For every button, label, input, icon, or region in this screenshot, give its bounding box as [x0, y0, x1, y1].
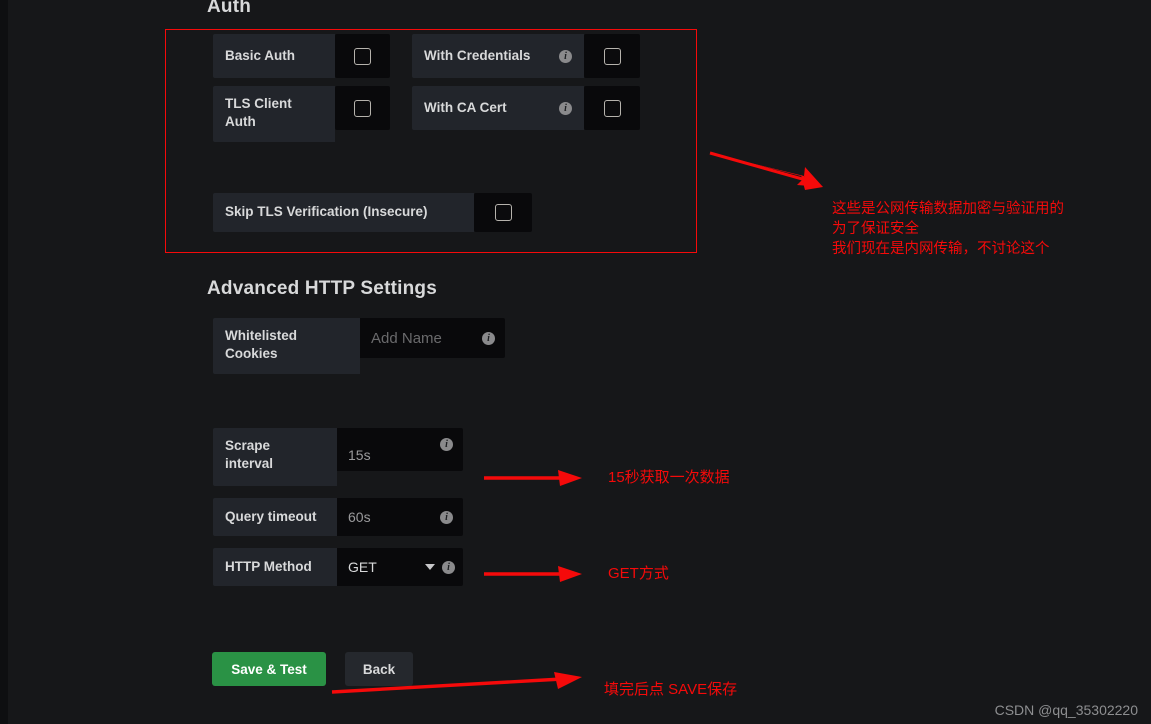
advanced-http-settings-heading: Advanced HTTP Settings [207, 278, 437, 299]
scrape-interval-label-line1: Scrape [225, 438, 271, 453]
scrape-interval-input[interactable]: 15s i [337, 428, 463, 471]
scrape-interval-value: 15s [348, 447, 371, 463]
whitelisted-cookies-placeholder: Add Name [371, 329, 442, 347]
method-annotation-text: GET方式 [608, 565, 669, 582]
auth-annotation-text: 这些是公网传输数据加密与验证用的 为了保证安全 我们现在是内网传输，不讨论这个 [832, 201, 1064, 257]
chevron-down-icon[interactable] [425, 564, 435, 570]
scrape-interval-row: Scrape interval 15s i [213, 428, 463, 486]
arrow-to-method-note [484, 566, 582, 582]
query-timeout-row: Query timeout 60s i [213, 498, 463, 536]
scrape-annotation-text: 15秒获取一次数据 [608, 469, 730, 486]
auth-section-highlight-box [165, 29, 697, 253]
left-edge-strip [0, 0, 8, 724]
http-method-label: HTTP Method [213, 548, 337, 586]
whitelisted-cookies-label-line1: Whitelisted [225, 328, 298, 343]
http-method-select[interactable]: GET i [337, 548, 463, 586]
info-icon[interactable]: i [440, 438, 453, 451]
info-icon[interactable]: i [442, 560, 455, 574]
save-annotation-text: 填完后点 SAVE保存 [604, 681, 738, 698]
query-timeout-value: 60s [348, 509, 371, 525]
arrow-to-save-note [331, 672, 582, 694]
info-icon[interactable]: i [440, 510, 453, 524]
csdn-watermark: CSDN @qq_35302220 [994, 702, 1138, 718]
whitelisted-cookies-label-line2: Cookies [225, 346, 278, 362]
scrape-interval-label-line2: interval [225, 456, 274, 472]
arrow-to-scrape-note [484, 470, 582, 486]
whitelisted-cookies-label-cell: Whitelisted Cookies [213, 318, 360, 374]
info-icon[interactable]: i [482, 331, 495, 345]
scrape-interval-label-cell: Scrape interval [213, 428, 337, 486]
save-and-test-button[interactable]: Save & Test [212, 652, 326, 686]
arrow-to-auth-note [709, 151, 823, 190]
auth-section-heading: Auth [207, 0, 252, 17]
http-method-value: GET [348, 559, 377, 575]
http-method-row: HTTP Method GET i [213, 548, 463, 586]
whitelisted-cookies-input[interactable]: Add Name i [360, 318, 505, 358]
datasource-settings-page: Auth Basic Auth With Credentials i TLS C… [0, 0, 1151, 724]
query-timeout-label: Query timeout [213, 498, 337, 536]
query-timeout-input[interactable]: 60s i [337, 498, 463, 536]
whitelisted-cookies-row: Whitelisted Cookies Add Name i [213, 318, 505, 374]
